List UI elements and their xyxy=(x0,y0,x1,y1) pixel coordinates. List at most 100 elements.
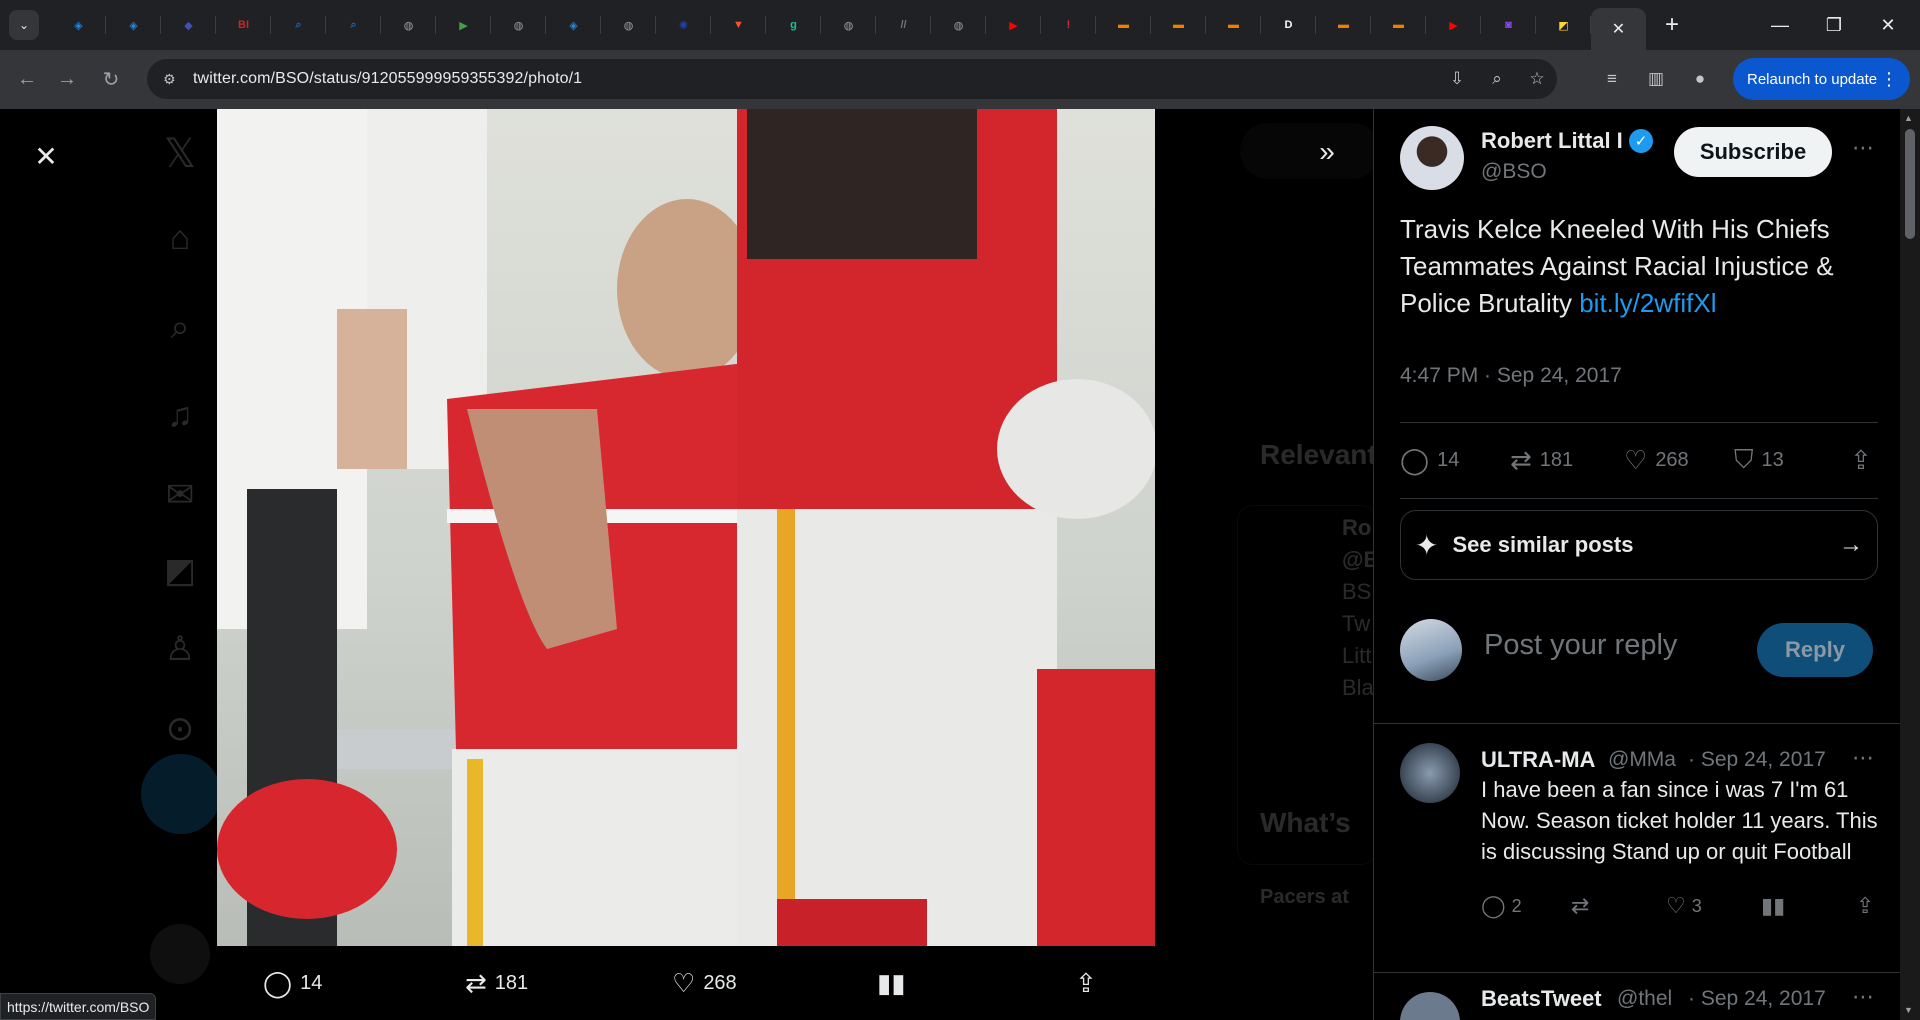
url-text[interactable]: twitter.com/BSO/status/91205599995935539… xyxy=(193,70,582,88)
tab-search-button[interactable]: ⌄ xyxy=(9,10,39,40)
author-avatar[interactable] xyxy=(1400,126,1464,190)
browser-tab[interactable]: ▶ xyxy=(986,0,1041,50)
reply-avatar[interactable] xyxy=(1400,743,1460,803)
minimize-window-button[interactable]: — xyxy=(1752,0,1808,50)
subscribe-button[interactable]: Subscribe xyxy=(1674,127,1832,177)
photo-like-button[interactable]: ♡ 268 xyxy=(672,968,737,999)
reply-share-button[interactable]: ⇪ xyxy=(1856,893,1874,919)
reply-stat[interactable]: ◯ 14 xyxy=(1400,430,1459,490)
reply-date[interactable]: · Sep 24, 2017 xyxy=(1688,748,1826,772)
maximize-window-button[interactable]: ❐ xyxy=(1806,0,1862,50)
like-stat[interactable]: ♡ 268 xyxy=(1624,430,1689,490)
browser-tab[interactable]: ✺ xyxy=(656,0,711,50)
browser-tab[interactable]: // xyxy=(876,0,931,50)
close-window-button[interactable]: ✕ xyxy=(1860,0,1916,50)
browser-tab[interactable]: ◩ xyxy=(1536,0,1591,50)
relevant-line: Tw xyxy=(1342,611,1371,636)
side-panel-icon[interactable]: ▥ xyxy=(1634,69,1678,89)
reply-input[interactable]: Post your reply xyxy=(1484,629,1677,662)
page-scrollbar[interactable]: ▲ ▼ xyxy=(1900,109,1920,1020)
browser-tab[interactable]: ◍ xyxy=(931,0,986,50)
relaunch-to-update-button[interactable]: Relaunch to update ⋮ xyxy=(1733,58,1910,100)
forward-button[interactable]: → xyxy=(47,60,87,100)
browser-tab[interactable]: ◍ xyxy=(821,0,876,50)
close-photo-button[interactable]: ✕ xyxy=(22,132,70,180)
browser-tab[interactable]: g xyxy=(766,0,821,50)
browser-tab[interactable]: ▶ xyxy=(1426,0,1481,50)
browser-tab[interactable]: ◈ xyxy=(106,0,161,50)
chrome-menu-icon[interactable]: ⋮ xyxy=(1880,69,1898,90)
browser-tab[interactable]: D xyxy=(1261,0,1316,50)
reply-views-button[interactable]: ▮▮ xyxy=(1761,893,1785,919)
reply-avatar[interactable] xyxy=(1400,992,1460,1020)
retweet-stat[interactable]: ⇄ 181 xyxy=(1510,430,1573,490)
zoom-icon[interactable]: ⌕ xyxy=(1477,69,1517,89)
search-icon: ⌕ xyxy=(295,18,302,31)
expand-panel-button[interactable]: » xyxy=(1303,128,1351,176)
bookmark-stat[interactable]: ⛉ 13 xyxy=(1734,430,1784,490)
tweet-link[interactable]: bit.ly/2wfifXl xyxy=(1579,288,1716,318)
scroll-down-icon[interactable]: ▼ xyxy=(1904,1005,1913,1015)
browser-tab[interactable]: ▬ xyxy=(1151,0,1206,50)
browser-tab[interactable]: ⌕ xyxy=(271,0,326,50)
browser-tab[interactable]: ▬ xyxy=(1316,0,1371,50)
reply-button[interactable]: Reply xyxy=(1757,623,1873,677)
active-tab[interactable]: ✕ xyxy=(1591,8,1646,50)
reload-button[interactable]: ↻ xyxy=(91,60,131,100)
browser-tab[interactable]: ◆ xyxy=(161,0,216,50)
photo-views-button[interactable]: ▮▮ xyxy=(877,968,906,999)
relevant-line: BS xyxy=(1342,579,1372,604)
see-similar-posts-button[interactable]: ✦ See similar posts → xyxy=(1400,510,1878,580)
reply-more-icon[interactable]: ⋯ xyxy=(1852,745,1875,771)
author-handle[interactable]: @BSO xyxy=(1481,160,1547,184)
profile-icon[interactable]: ● xyxy=(1678,69,1722,89)
bookmark-star-icon[interactable]: ☆ xyxy=(1517,69,1557,89)
browser-tab[interactable]: ! xyxy=(1041,0,1096,50)
back-button[interactable]: ← xyxy=(7,60,47,100)
media-controls-icon[interactable]: ≡ xyxy=(1590,69,1634,89)
site-info-icon[interactable]: ⚙ xyxy=(163,71,183,88)
browser-tab[interactable]: ⌕ xyxy=(326,0,381,50)
reply-more-icon[interactable]: ⋯ xyxy=(1852,984,1875,1010)
photo-arm xyxy=(337,309,407,469)
tweet-timestamp[interactable]: 4:47 PM · Sep 24, 2017 xyxy=(1400,364,1622,388)
author-name[interactable]: Robert Littal I xyxy=(1481,128,1623,154)
browser-tab[interactable]: ◍ xyxy=(601,0,656,50)
reply-author-handle[interactable]: @thel xyxy=(1617,987,1672,1011)
browser-tab[interactable]: ◈ xyxy=(546,0,601,50)
reply-date[interactable]: · Sep 24, 2017 xyxy=(1688,987,1826,1011)
browser-tab[interactable]: ▬ xyxy=(1096,0,1151,50)
browser-tab[interactable]: ◙ xyxy=(1481,0,1536,50)
reply-reply-button[interactable]: ◯ 2 xyxy=(1481,893,1522,919)
browser-tab[interactable]: ▬ xyxy=(1371,0,1426,50)
divider xyxy=(1374,723,1900,724)
reply-retweet-button[interactable]: ⇄ xyxy=(1571,893,1589,919)
browser-tab[interactable]: ▼ xyxy=(711,0,766,50)
explore-icon: ⌕ xyxy=(170,307,190,346)
new-tab-button[interactable]: + xyxy=(1654,7,1690,43)
bookmark-arrow-icon: ◆ xyxy=(184,19,193,32)
photo-share-button[interactable]: ⇪ xyxy=(1075,968,1097,999)
browser-tab[interactable]: BI xyxy=(216,0,271,50)
browser-tab[interactable]: ▶ xyxy=(436,0,491,50)
photo-reply-button[interactable]: ◯ 14 xyxy=(263,968,322,999)
browser-tab[interactable]: ◍ xyxy=(381,0,436,50)
more-options-icon[interactable]: ⋯ xyxy=(1852,135,1875,161)
photo-retweet-button[interactable]: ⇄ 181 xyxy=(465,968,528,999)
photo-bottom-red xyxy=(777,899,927,946)
address-bar[interactable]: ⚙ twitter.com/BSO/status/912055999959355… xyxy=(147,59,1557,99)
close-tab-icon[interactable]: ✕ xyxy=(1612,19,1625,39)
reply-like-button[interactable]: ♡ 3 xyxy=(1666,893,1702,919)
tweet-photo[interactable] xyxy=(217,109,1155,946)
browser-tab[interactable]: ◈ xyxy=(51,0,106,50)
install-app-icon[interactable]: ⇩ xyxy=(1437,69,1477,89)
reply-author-name[interactable]: ULTRA-MA xyxy=(1481,747,1595,773)
browser-tab[interactable]: ▬ xyxy=(1206,0,1261,50)
my-avatar xyxy=(1400,619,1462,681)
scrollbar-thumb[interactable] xyxy=(1905,129,1915,239)
share-stat[interactable]: ⇪ xyxy=(1850,430,1872,490)
reply-author-name[interactable]: BeatsTweet xyxy=(1481,986,1602,1012)
scroll-up-icon[interactable]: ▲ xyxy=(1904,113,1913,123)
reply-author-handle[interactable]: @MMa xyxy=(1608,748,1676,772)
browser-tab[interactable]: ◍ xyxy=(491,0,546,50)
